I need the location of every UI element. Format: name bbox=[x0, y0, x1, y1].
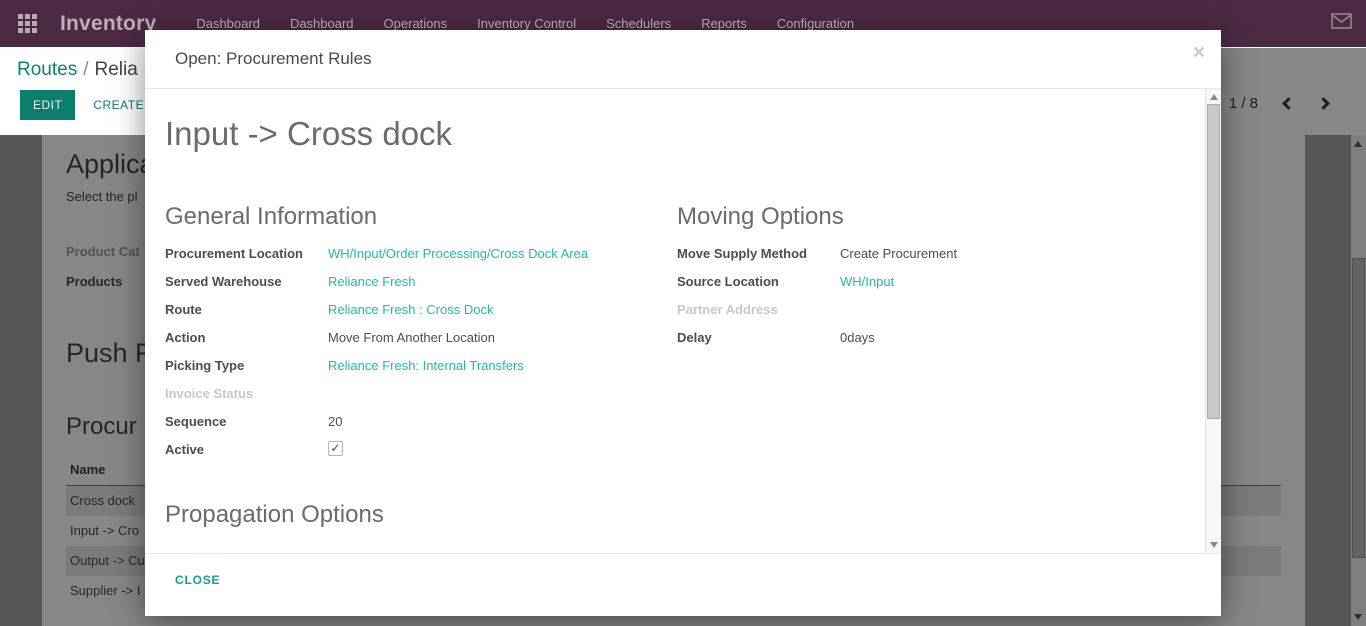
modal-scrollbar[interactable] bbox=[1205, 89, 1221, 553]
field-action: Action Move From Another Location bbox=[165, 329, 677, 357]
messages-envelope-icon[interactable] bbox=[1331, 13, 1352, 34]
propagation-options-title: Propagation Options bbox=[165, 501, 1149, 529]
modal-scrollbar-down-arrow-icon[interactable] bbox=[1210, 542, 1218, 548]
picking-type-link[interactable]: Reliance Fresh: Internal Transfers bbox=[328, 357, 524, 374]
field-label: Source Location bbox=[677, 273, 840, 290]
procurement-location-link[interactable]: WH/Input/Order Processing/Cross Dock Are… bbox=[328, 245, 588, 262]
field-route: Route Reliance Fresh : Cross Dock bbox=[165, 301, 677, 329]
modal-scrollbar-up-arrow-icon[interactable] bbox=[1210, 94, 1218, 100]
app-brand[interactable]: Inventory bbox=[60, 12, 156, 36]
field-source-location: Source Location WH/Input bbox=[677, 273, 1189, 301]
create-button[interactable]: CREATE bbox=[93, 98, 144, 112]
moving-options-title: Moving Options bbox=[677, 203, 1189, 231]
breadcrumb: Routes/Relia bbox=[17, 59, 138, 81]
modal-scrollbar-thumb[interactable] bbox=[1207, 104, 1220, 419]
field-label: Sequence bbox=[165, 413, 328, 430]
apps-grid-icon[interactable] bbox=[16, 13, 38, 35]
field-label: Action bbox=[165, 329, 328, 346]
field-label: Move Supply Method bbox=[677, 245, 840, 262]
modal-body: Input -> Cross dock General Information … bbox=[145, 89, 1221, 553]
field-served-warehouse: Served Warehouse Reliance Fresh bbox=[165, 273, 677, 301]
move-supply-method-value: Create Procurement bbox=[840, 245, 957, 262]
route-link[interactable]: Reliance Fresh : Cross Dock bbox=[328, 301, 493, 318]
moving-options-section: Moving Options Move Supply Method Create… bbox=[677, 203, 1189, 469]
general-information-section: General Information Procurement Location… bbox=[165, 203, 677, 469]
field-active: Active ✓ bbox=[165, 441, 677, 469]
button-row: EDIT CREATE bbox=[20, 90, 144, 120]
field-label: Route bbox=[165, 301, 328, 318]
served-warehouse-link[interactable]: Reliance Fresh bbox=[328, 273, 415, 290]
sequence-value: 20 bbox=[328, 413, 342, 430]
field-move-supply-method: Move Supply Method Create Procurement bbox=[677, 245, 1189, 273]
field-label: Procurement Location bbox=[165, 245, 328, 262]
delay-value: 0days bbox=[840, 329, 875, 346]
source-location-link[interactable]: WH/Input bbox=[840, 273, 894, 290]
action-value: Move From Another Location bbox=[328, 329, 495, 346]
field-label: Served Warehouse bbox=[165, 273, 328, 290]
form-grid: General Information Procurement Location… bbox=[165, 203, 1149, 469]
field-delay: Delay 0days bbox=[677, 329, 1189, 357]
field-partner-address: Partner Address bbox=[677, 301, 1189, 329]
field-label: Invoice Status bbox=[165, 385, 328, 402]
modal-title: Open: Procurement Rules bbox=[175, 49, 372, 68]
modal-close-icon[interactable]: × bbox=[1193, 42, 1205, 63]
breadcrumb-separator: / bbox=[77, 59, 94, 80]
field-picking-type: Picking Type Reliance Fresh: Internal Tr… bbox=[165, 357, 677, 385]
field-invoice-status: Invoice Status bbox=[165, 385, 677, 413]
modal-footer: CLOSE bbox=[145, 553, 1221, 616]
edit-button[interactable]: EDIT bbox=[20, 90, 75, 120]
field-label: Active bbox=[165, 441, 328, 458]
modal-header: Open: Procurement Rules × bbox=[145, 30, 1221, 89]
field-label: Picking Type bbox=[165, 357, 328, 374]
close-button[interactable]: CLOSE bbox=[175, 573, 220, 587]
modal-backdrop-left[interactable] bbox=[0, 135, 145, 626]
field-sequence: Sequence 20 bbox=[165, 413, 677, 441]
breadcrumb-routes-link[interactable]: Routes bbox=[17, 59, 77, 80]
breadcrumb-current: Relia bbox=[94, 59, 137, 80]
field-procurement-location: Procurement Location WH/Input/Order Proc… bbox=[165, 245, 677, 273]
record-title: Input -> Cross dock bbox=[165, 115, 1149, 153]
procurement-rules-modal: Open: Procurement Rules × Input -> Cross… bbox=[145, 30, 1221, 616]
active-checkbox[interactable]: ✓ bbox=[328, 441, 343, 456]
field-label: Partner Address bbox=[677, 301, 840, 318]
general-information-title: General Information bbox=[165, 203, 677, 231]
field-label: Delay bbox=[677, 329, 840, 346]
